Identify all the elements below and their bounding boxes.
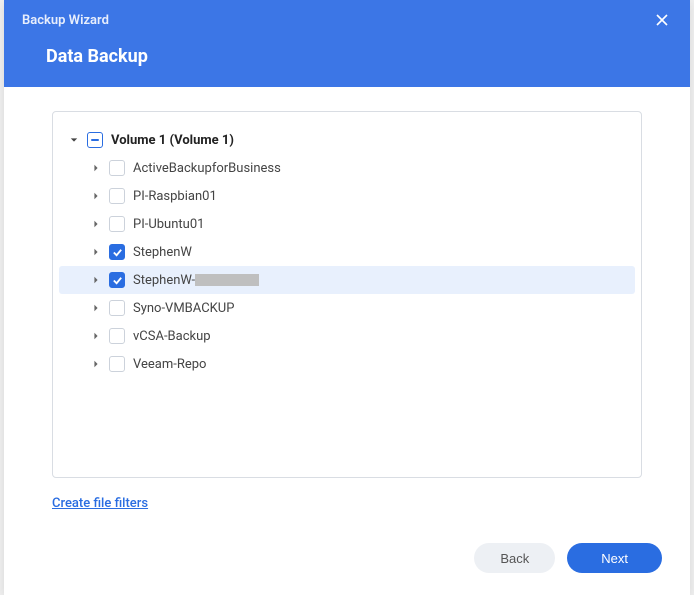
- checkbox[interactable]: [109, 272, 125, 288]
- wizard-content: Volume 1 (Volume 1) ActiveBackupforBusin…: [4, 87, 690, 529]
- tree-row[interactable]: Syno-VMBACKUP: [59, 294, 635, 322]
- checkbox[interactable]: [109, 244, 125, 260]
- checkbox[interactable]: [109, 160, 125, 176]
- checkbox-root[interactable]: [87, 132, 103, 148]
- tree-row[interactable]: ActiveBackupforBusiness: [59, 154, 635, 182]
- tree-row[interactable]: StephenW-: [59, 266, 635, 294]
- tree-label: StephenW: [133, 245, 192, 260]
- tree-label: vCSA-Backup: [133, 329, 211, 344]
- folder-tree: Volume 1 (Volume 1) ActiveBackupforBusin…: [52, 111, 642, 478]
- chevron-right-icon[interactable]: [89, 357, 103, 371]
- redacted-text: [195, 274, 259, 286]
- backup-wizard-window: Backup Wizard Data Backup Volume 1 (Volu…: [4, 0, 690, 595]
- checkbox[interactable]: [109, 356, 125, 372]
- checkbox[interactable]: [109, 188, 125, 204]
- chevron-right-icon[interactable]: [89, 161, 103, 175]
- create-file-filters-link[interactable]: Create file filters: [52, 496, 148, 511]
- wizard-header: Backup Wizard Data Backup: [4, 0, 690, 87]
- checkbox[interactable]: [109, 328, 125, 344]
- back-button[interactable]: Back: [474, 543, 555, 573]
- chevron-right-icon[interactable]: [89, 189, 103, 203]
- tree-label-root: Volume 1 (Volume 1): [111, 133, 234, 148]
- tree-label: Veeam-Repo: [133, 357, 206, 372]
- window-title: Backup Wizard: [22, 13, 109, 28]
- tree-row[interactable]: vCSA-Backup: [59, 322, 635, 350]
- title-bar: Backup Wizard: [4, 0, 690, 34]
- chevron-right-icon[interactable]: [89, 217, 103, 231]
- chevron-right-icon[interactable]: [89, 245, 103, 259]
- tree-label: PI-Ubuntu01: [133, 217, 204, 232]
- close-icon[interactable]: [652, 10, 672, 30]
- tree-row[interactable]: PI-Raspbian01: [59, 182, 635, 210]
- tree-row[interactable]: Veeam-Repo: [59, 350, 635, 378]
- tree-label: Syno-VMBACKUP: [133, 301, 234, 316]
- tree-row[interactable]: StephenW: [59, 238, 635, 266]
- next-button[interactable]: Next: [567, 543, 662, 573]
- chevron-down-icon[interactable]: [67, 133, 81, 147]
- tree-label: PI-Raspbian01: [133, 189, 217, 204]
- tree-label: ActiveBackupforBusiness: [133, 161, 281, 176]
- tree-row[interactable]: PI-Ubuntu01: [59, 210, 635, 238]
- checkbox[interactable]: [109, 216, 125, 232]
- tree-label: StephenW-: [133, 273, 259, 288]
- checkbox[interactable]: [109, 300, 125, 316]
- chevron-right-icon[interactable]: [89, 329, 103, 343]
- page-title: Data Backup: [4, 34, 690, 87]
- wizard-footer: Back Next: [4, 529, 690, 595]
- chevron-right-icon[interactable]: [89, 273, 103, 287]
- chevron-right-icon[interactable]: [89, 301, 103, 315]
- filter-link-row: Create file filters: [52, 478, 642, 517]
- tree-row-root[interactable]: Volume 1 (Volume 1): [59, 126, 635, 154]
